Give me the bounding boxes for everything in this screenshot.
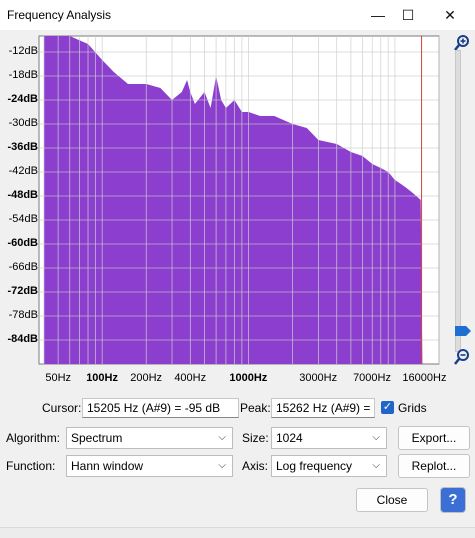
function-label: Function:: [6, 459, 56, 473]
x-tick-label: 50Hz: [45, 372, 72, 384]
x-tick-label: 3000Hz: [299, 372, 338, 384]
grids-label: Grids: [398, 401, 427, 415]
x-tick-label: 400Hz: [174, 372, 207, 384]
peak-label: Peak:: [240, 401, 271, 415]
close-button[interactable]: Close: [356, 488, 428, 512]
help-button[interactable]: ?: [440, 487, 466, 513]
algorithm-label: Algorithm:: [6, 431, 61, 445]
axis-select[interactable]: Log frequency ⌵: [271, 455, 387, 477]
function-value: Hann window: [71, 459, 144, 473]
chevron-down-icon: ⌵: [372, 432, 380, 443]
zoom-out-icon[interactable]: [453, 348, 471, 366]
cursor-readout: 15205 Hz (A#9) = -95 dB: [82, 398, 239, 418]
algorithm-value: Spectrum: [71, 431, 123, 445]
export-button[interactable]: Export...: [398, 426, 470, 450]
x-tick-label: 100Hz: [86, 372, 118, 384]
chevron-down-icon: ⌵: [218, 460, 226, 471]
zoom-slider-thumb[interactable]: [454, 325, 472, 340]
axis-value: Log frequency: [276, 459, 353, 473]
spectrum-plot[interactable]: [0, 0, 475, 375]
algorithm-select[interactable]: Spectrum ⌵: [66, 427, 233, 449]
x-tick-label: 1000Hz: [229, 372, 268, 384]
zoom-slider-track[interactable]: [455, 50, 461, 352]
x-tick-label: 16000Hz: [402, 372, 447, 384]
axis-label: Axis:: [242, 459, 269, 473]
size-select[interactable]: 1024 ⌵: [271, 427, 387, 449]
replot-button[interactable]: Replot...: [398, 454, 470, 478]
size-label: Size:: [242, 431, 269, 445]
grids-checkbox[interactable]: ✓: [381, 401, 394, 414]
function-select[interactable]: Hann window ⌵: [66, 455, 233, 477]
chevron-down-icon: ⌵: [218, 432, 226, 443]
x-tick-label: 7000Hz: [353, 372, 391, 384]
size-value: 1024: [276, 431, 303, 445]
cursor-label: Cursor:: [42, 401, 82, 415]
status-strip: [0, 527, 475, 538]
peak-readout: 15262 Hz (A#9) = -95.0 c: [271, 398, 375, 418]
x-tick-label: 200Hz: [130, 372, 163, 384]
chevron-down-icon: ⌵: [372, 460, 380, 471]
